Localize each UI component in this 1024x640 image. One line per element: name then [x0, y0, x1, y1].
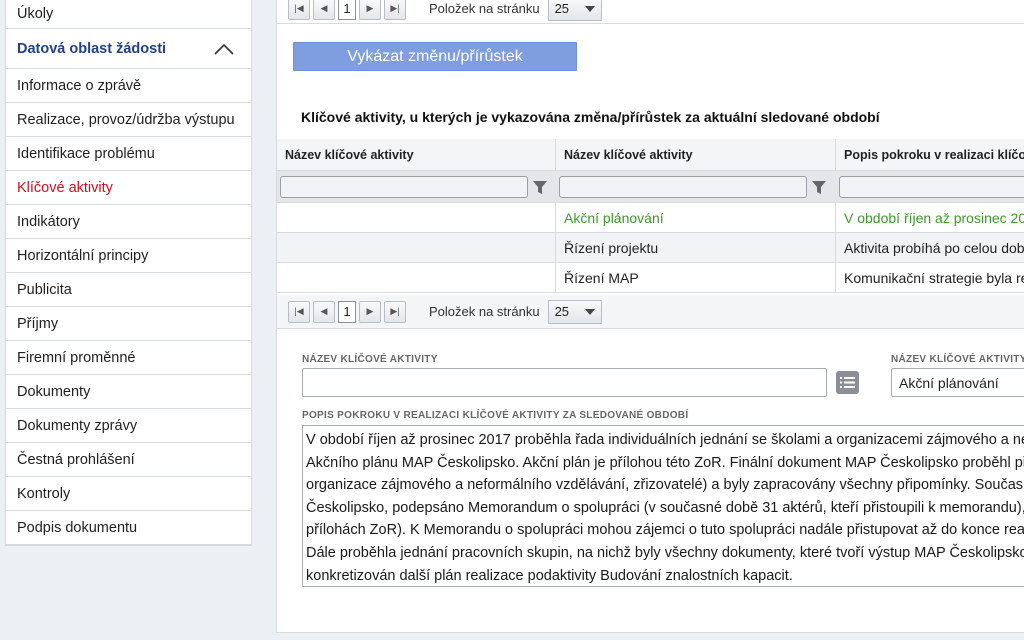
dropdown-arrow-icon — [584, 308, 595, 315]
sidebar-item[interactable]: Horizontální principy — [6, 239, 251, 273]
sidebar-item[interactable]: Podpis dokumentu — [6, 511, 251, 545]
grid-cell: Akční plánování — [556, 203, 836, 232]
per-page-select[interactable]: 25 — [547, 299, 602, 324]
section-title: Klíčové aktivity, u kterých je vykazován… — [301, 109, 880, 125]
sidebar: Úkoly Datová oblast žádosti Informace o … — [5, 0, 252, 546]
list-icon[interactable] — [836, 371, 859, 394]
page-number-input[interactable]: 1 — [338, 0, 356, 20]
text-line: Českolipsko, podepsáno Memorandum o spol… — [306, 499, 1024, 516]
sidebar-item[interactable]: Příjmy — [6, 307, 251, 341]
sidebar-section-datova-oblast[interactable]: Datová oblast žádosti — [6, 29, 251, 69]
progress-field-label: POPIS POKROKU V REALIZACI KLÍČOVÉ AKTIVI… — [302, 410, 689, 421]
first-page-button[interactable]: |◀ — [288, 0, 310, 20]
text-line: konkretizován další plán realizace podak… — [306, 567, 793, 584]
grid-cell: Komunikační strategie byla re — [844, 269, 1024, 286]
prev-page-button[interactable]: ◀ — [313, 300, 335, 323]
sidebar-section-label: Datová oblast žádosti — [17, 40, 167, 57]
grid-filter-row — [277, 171, 1024, 203]
grid-cell — [277, 203, 556, 232]
grid-header-col2[interactable]: Název klíčové aktivity — [556, 139, 836, 170]
progress-description-textarea[interactable]: V období říjen až prosinec 2017 proběhla… — [302, 425, 1024, 587]
top-pager: |◀ ◀ 1 ▶ ▶| Položek na stránku 25 — [277, 0, 1024, 24]
text-line: přílohách ZoR). K Memorandu o spolupráci… — [306, 522, 1024, 539]
sidebar-item[interactable]: Realizace, provoz/údržba výstupu — [6, 103, 251, 137]
filter-input-col3[interactable] — [839, 175, 1024, 198]
per-page-label: Položek na stránku — [429, 1, 540, 16]
text-line: Dále proběhla jednání pracovních skupin,… — [306, 544, 1024, 561]
per-page-value: 25 — [554, 1, 570, 16]
chevron-up-icon[interactable] — [213, 42, 235, 56]
grid-cell: Řízení projektu — [556, 233, 836, 262]
sidebar-item[interactable]: Dokumenty zprávy — [6, 409, 251, 443]
report-change-button[interactable]: Vykázat změnu/přírůstek — [293, 42, 577, 71]
grid-header-row: Název klíčové aktivity Název klíčové akt… — [277, 139, 1024, 171]
table-row[interactable]: Řízení MAP Komunikační strategie byla re — [277, 263, 1024, 293]
sidebar-item-ukoly[interactable]: Úkoly — [6, 0, 251, 29]
per-page-value: 25 — [554, 304, 570, 319]
sidebar-item[interactable]: Identifikace problému — [6, 137, 251, 171]
per-page-select[interactable]: 25 — [547, 0, 602, 21]
name-field-label-right: NÁZEV KLÍČOVÉ AKTIVITY — [891, 354, 1024, 365]
grid-cell: V období říjen až prosinec 201 — [844, 209, 1024, 226]
grid-cell — [277, 263, 556, 292]
name-field-label: NÁZEV KLÍČOVÉ AKTIVITY — [302, 354, 438, 365]
filter-icon[interactable] — [811, 179, 827, 195]
sidebar-item[interactable]: Firemní proměnné — [6, 341, 251, 375]
filter-cell-3 — [836, 171, 1024, 202]
last-page-button[interactable]: ▶| — [384, 0, 406, 20]
grid-header-col3[interactable]: Popis pokroku v realizaci klíčové a — [836, 139, 1024, 170]
sidebar-item[interactable]: Kontroly — [6, 477, 251, 511]
grid-cell: Aktivita probíhá po celou dob — [844, 239, 1024, 256]
activity-name-input[interactable] — [302, 368, 827, 397]
sidebar-item[interactable]: Indikátory — [6, 205, 251, 239]
prev-page-button[interactable]: ◀ — [313, 0, 335, 20]
last-page-button[interactable]: ▶| — [384, 300, 406, 323]
sidebar-item[interactable]: Dokumenty — [6, 375, 251, 409]
text-line: Akčního plánu MAP Českolipsko. Akční plá… — [306, 454, 1024, 471]
bottom-pager: |◀ ◀ 1 ▶ ▶| Položek na stránku 25 — [277, 295, 1024, 329]
page-number-input[interactable]: 1 — [338, 300, 356, 323]
activities-grid: Název klíčové aktivity Název klíčové akt… — [277, 139, 1024, 293]
grid-header-col1[interactable]: Název klíčové aktivity — [277, 139, 556, 170]
grid-cell — [277, 233, 556, 262]
sidebar-item[interactable]: Klíčové aktivity — [6, 171, 251, 205]
table-row[interactable]: Řízení projektu Aktivita probíhá po celo… — [277, 233, 1024, 263]
filter-icon[interactable] — [532, 179, 548, 195]
sidebar-item[interactable]: Čestná prohlášení — [6, 443, 251, 477]
activity-name-select[interactable]: Akční plánování — [891, 368, 1024, 397]
next-page-button[interactable]: ▶ — [359, 0, 381, 20]
table-row[interactable]: Akční plánování V období říjen až prosin… — [277, 203, 1024, 233]
sidebar-item[interactable]: Informace o zprávě — [6, 69, 251, 103]
per-page-label: Položek na stránku — [429, 304, 540, 319]
grid-cell: Řízení MAP — [556, 263, 836, 292]
filter-input-col2[interactable] — [559, 175, 807, 198]
text-line: organizace zájmového a neformálního vzdě… — [306, 477, 1024, 494]
filter-input-col1[interactable] — [280, 175, 528, 198]
filter-cell-2 — [556, 171, 836, 202]
dropdown-arrow-icon — [584, 5, 595, 12]
next-page-button[interactable]: ▶ — [359, 300, 381, 323]
filter-cell-1 — [277, 171, 556, 202]
text-line: V období říjen až prosinec 2017 proběhla… — [306, 432, 1024, 448]
sidebar-item[interactable]: Publicita — [6, 273, 251, 307]
first-page-button[interactable]: |◀ — [288, 300, 310, 323]
main-panel: |◀ ◀ 1 ▶ ▶| Položek na stránku 25 Vykáza… — [276, 0, 1024, 633]
